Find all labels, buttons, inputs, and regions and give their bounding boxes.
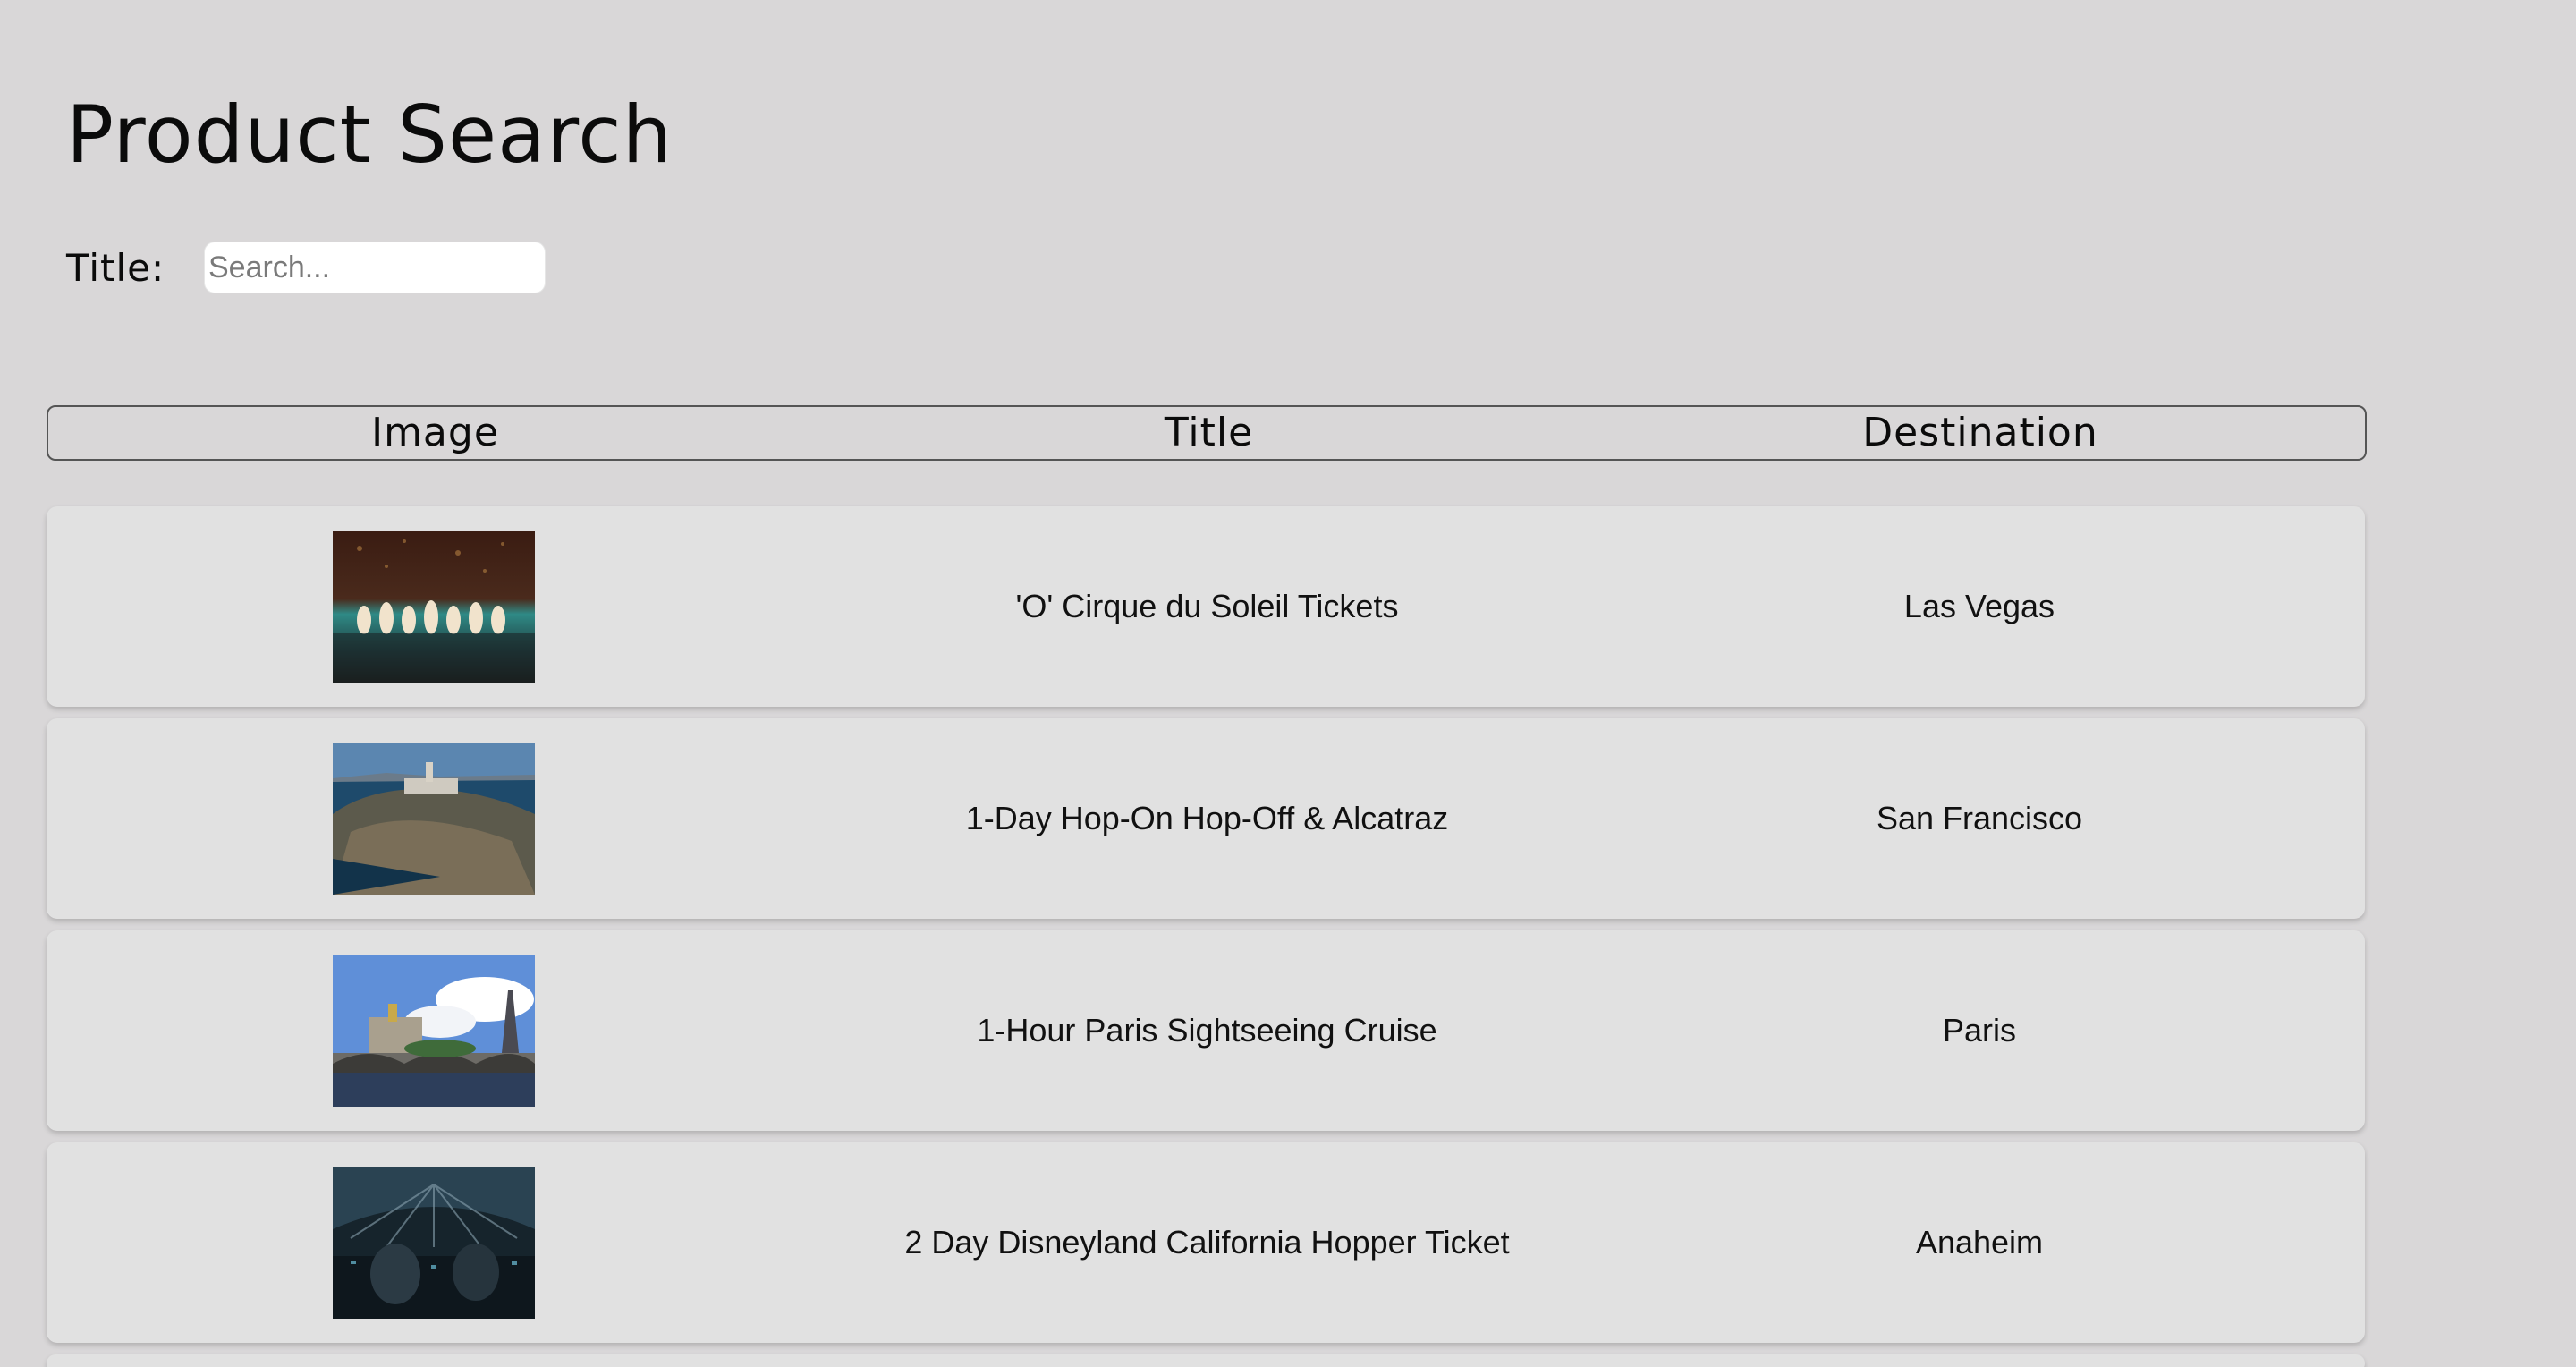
table-header: Image Title Destination: [47, 405, 2367, 461]
image-cell: [47, 531, 820, 683]
table-row[interactable]: 'O' Cirque du Soleil Tickets Las Vegas: [47, 506, 2365, 707]
title-cell: 'O' Cirque du Soleil Tickets: [1015, 588, 1399, 624]
header-image[interactable]: Image: [48, 405, 822, 461]
title-cell: 1-Day Hop-On Hop-Off & Alcatraz: [965, 800, 1449, 836]
search-row: Title:: [66, 242, 546, 293]
cirque-performance-photo: [332, 531, 535, 683]
image-cell: [47, 1167, 820, 1319]
destination-cell: San Francisco: [1876, 800, 2083, 836]
search-input[interactable]: [204, 242, 546, 293]
millennium-falcon-cockpit-photo: [332, 1167, 535, 1319]
header-destination[interactable]: Destination: [1596, 405, 2365, 461]
destination-cell: Anaheim: [1915, 1224, 2044, 1261]
page-title: Product Search: [66, 89, 674, 181]
table-row[interactable]: 2 Day Disneyland California Hopper Ticke…: [47, 1142, 2365, 1343]
image-cell: [47, 955, 820, 1107]
search-label: Title:: [66, 245, 165, 290]
destination-cell: Paris: [1942, 1012, 2017, 1049]
alcatraz-island-photo: [332, 743, 535, 895]
table-row[interactable]: 1-Day Hop-On Hop-Off & Alcatraz San Fran…: [47, 718, 2365, 919]
table-row[interactable]: [47, 1354, 2365, 1367]
header-title[interactable]: Title: [822, 405, 1596, 461]
image-cell: [47, 743, 820, 895]
product-list: 'O' Cirque du Soleil Tickets Las Vegas 1…: [47, 506, 2365, 1367]
product-search-page: Product Search Title: Image Title Destin…: [0, 0, 2576, 1367]
title-cell: 2 Day Disneyland California Hopper Ticke…: [904, 1224, 1510, 1261]
table-row[interactable]: 1-Hour Paris Sightseeing Cruise Paris: [47, 930, 2365, 1131]
paris-eiffel-bridge-photo: [332, 955, 535, 1107]
destination-cell: Las Vegas: [1903, 588, 2055, 624]
title-cell: 1-Hour Paris Sightseeing Cruise: [977, 1012, 1437, 1049]
